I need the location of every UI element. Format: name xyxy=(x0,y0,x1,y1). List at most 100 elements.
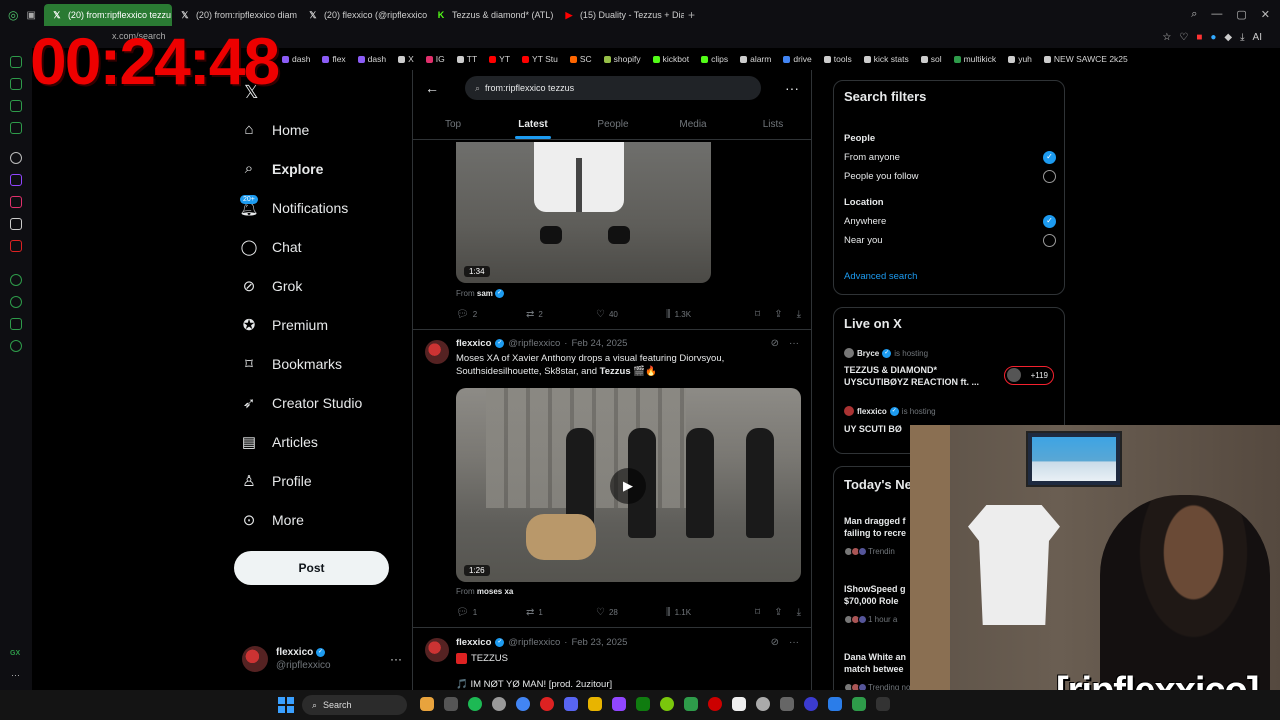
post-button[interactable]: Post xyxy=(234,551,389,585)
sidebar-item-articles[interactable]: ▤ Articles xyxy=(240,422,362,461)
tab-latest[interactable]: Latest xyxy=(493,110,573,139)
views-button[interactable]: ⫼ 1.3K xyxy=(666,309,736,320)
extension-icon[interactable]: ◆ xyxy=(1224,32,1232,43)
more-icon[interactable]: ··· xyxy=(785,80,799,96)
more-icon[interactable]: ··· xyxy=(789,338,799,349)
extension-icon[interactable]: ■ xyxy=(1196,32,1202,43)
views-button[interactable]: ⫼ 1.1K xyxy=(666,607,736,618)
sidebar-item-home[interactable]: ⌂ Home xyxy=(240,110,362,149)
live-title[interactable]: TEZZUS & DIAMOND* UYSCUTIBØYZ REACTION f… xyxy=(844,364,994,388)
bookmark-icon[interactable]: ⌑ xyxy=(755,607,760,618)
tab-top[interactable]: Top xyxy=(413,110,493,139)
listener-count-badge[interactable]: +119 xyxy=(1004,366,1054,385)
gx-icon[interactable]: GX xyxy=(10,650,20,657)
taskbar-app-icon[interactable] xyxy=(732,697,746,711)
windows-start-icon[interactable] xyxy=(278,697,294,713)
xbox-icon[interactable] xyxy=(636,697,650,711)
bookmark-item[interactable]: SC xyxy=(569,54,592,64)
bookmark-item[interactable]: dash xyxy=(357,54,386,64)
sidebar-item-premium[interactable]: ✪ Premium xyxy=(240,305,362,344)
instagram-icon[interactable] xyxy=(10,196,22,208)
video-thumbnail[interactable]: 1:34 xyxy=(456,142,711,283)
rail-icon[interactable] xyxy=(10,318,22,330)
video-source[interactable]: From moses xa xyxy=(456,587,513,596)
rail-icon[interactable] xyxy=(10,274,22,286)
heart-icon[interactable]: ♡ xyxy=(1179,32,1188,43)
live-host[interactable]: flexxico ✓ is hosting xyxy=(844,406,936,416)
bookmark-icon[interactable]: ⌑ xyxy=(755,309,760,320)
extension-icon[interactable] xyxy=(10,240,22,252)
sidebar-item-chat[interactable]: ◯ Chat xyxy=(240,227,362,266)
avatar[interactable] xyxy=(425,638,449,662)
share-icon[interactable]: ⇪ xyxy=(774,607,782,618)
rail-icon[interactable] xyxy=(10,100,22,112)
bookmark-item[interactable]: drive xyxy=(783,54,812,64)
minimize-icon[interactable]: — xyxy=(1211,8,1222,21)
bookmark-item[interactable]: alarm xyxy=(740,54,771,64)
grok-icon[interactable]: ⊘ xyxy=(771,338,779,349)
radio-icon[interactable] xyxy=(1043,234,1056,247)
sidebar-item-bookmarks[interactable]: ⌑ Bookmarks xyxy=(240,344,362,383)
back-arrow-icon[interactable]: ← xyxy=(425,80,439,96)
repost-button[interactable]: ⇄ 2 xyxy=(526,309,596,320)
tweet-author[interactable]: flexxico xyxy=(456,338,491,349)
bookmark-star-icon[interactable]: ☆ xyxy=(1162,32,1171,43)
taskbar-app-icon[interactable] xyxy=(684,697,698,711)
chatgpt-icon[interactable] xyxy=(756,697,770,711)
rail-icon[interactable] xyxy=(10,122,22,134)
folder-icon[interactable] xyxy=(588,697,602,711)
video-source[interactable]: From sam ✓ xyxy=(456,289,505,299)
live-host[interactable]: Bryce ✓ is hosting xyxy=(844,348,928,358)
download-icon[interactable]: ⤓ xyxy=(797,607,801,618)
advanced-search-link[interactable]: Advanced search xyxy=(844,271,917,282)
tab-people[interactable]: People xyxy=(573,110,653,139)
filter-near-you[interactable]: Near you xyxy=(844,234,1056,247)
bookmark-item[interactable]: IG xyxy=(425,54,445,64)
taskbar-app-icon[interactable] xyxy=(660,697,674,711)
new-tab-button[interactable]: + xyxy=(688,8,695,22)
sidebar-item-profile[interactable]: ♙ Profile xyxy=(240,461,362,500)
chrome-icon[interactable] xyxy=(516,697,530,711)
browser-tab-5[interactable]: ▶ (15) Duality - Tezzus + Dia xyxy=(556,4,683,26)
tab-lists[interactable]: Lists xyxy=(733,110,811,139)
browser-tab-4[interactable]: K Tezzus & diamond* (ATL) xyxy=(428,4,556,26)
tweet-handle[interactable]: @ripflexxico xyxy=(508,338,560,349)
sidebar-item-notifications[interactable]: 🔔︎ 20+ Notifications xyxy=(239,188,362,227)
more-icon[interactable]: ··· xyxy=(11,670,20,680)
more-icon[interactable]: ··· xyxy=(789,637,799,648)
sidebar-item-creator-studio[interactable]: ➶ Creator Studio xyxy=(240,383,363,422)
tweet-date[interactable]: Feb 23, 2025 xyxy=(571,637,627,648)
bookmark-item[interactable]: kickbot xyxy=(652,54,689,64)
chatgpt-icon[interactable] xyxy=(10,152,22,164)
spotify-icon[interactable] xyxy=(468,697,482,711)
bookmark-item[interactable]: dash xyxy=(282,54,310,64)
grok-icon[interactable]: ⊘ xyxy=(771,637,779,648)
taskbar-app-icon[interactable] xyxy=(828,697,842,711)
tab-grid-icon[interactable]: ▣ xyxy=(26,10,35,21)
search-input[interactable]: ⌕ from:ripflexxico tezzus xyxy=(465,76,761,100)
like-button[interactable]: ♡ 28 xyxy=(596,607,666,618)
browser-logo-icon[interactable]: ◎ xyxy=(8,8,18,22)
discord-icon[interactable] xyxy=(564,697,578,711)
video-thumbnail[interactable]: ▶ 1:26 xyxy=(456,388,801,582)
browser-tab-1[interactable]: 𝕏 (20) from:ripflexxico tezzu ✕ xyxy=(43,4,172,26)
radio-icon[interactable] xyxy=(1043,170,1056,183)
extension-icon[interactable]: ● xyxy=(1210,32,1216,43)
tweet-author[interactable]: flexxico xyxy=(456,637,491,648)
taskbar-search[interactable]: ⌕ Search xyxy=(302,695,407,715)
bookmark-item[interactable]: tools xyxy=(823,54,852,64)
bookmark-item[interactable]: flex xyxy=(322,54,346,64)
repost-button[interactable]: ⇄ 1 xyxy=(526,607,596,618)
account-switcher[interactable]: flexxico ✓ @ripflexxico ··· xyxy=(242,644,402,674)
taskbar-app-icon[interactable] xyxy=(852,697,866,711)
share-icon[interactable]: ⇪ xyxy=(774,309,782,320)
taskbar-app-icon[interactable] xyxy=(420,697,434,711)
filter-from-anyone[interactable]: From anyone ✓ xyxy=(844,151,1056,164)
twitch-icon[interactable] xyxy=(10,174,22,186)
reply-button[interactable]: 💬︎ 1 xyxy=(456,607,526,618)
radio-checked-icon[interactable]: ✓ xyxy=(1043,151,1056,164)
more-icon[interactable]: ··· xyxy=(390,652,402,666)
bookmark-item[interactable]: YT Stu xyxy=(522,54,558,64)
reply-button[interactable]: 💬︎ 2 xyxy=(456,309,526,320)
rail-icon[interactable] xyxy=(10,56,22,68)
